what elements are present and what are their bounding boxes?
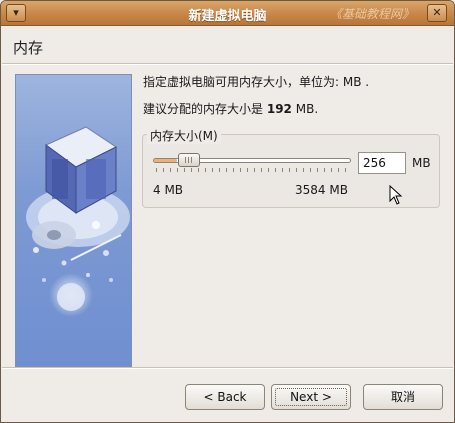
close-button[interactable]: ✕ <box>427 4 447 22</box>
slider-ticks <box>156 168 350 172</box>
dialog-window: ▾ 新建虚拟电脑 《基础教程网》 ✕ 内存 指定虚拟电脑可用内存大小，单位为: … <box>0 0 455 423</box>
next-button[interactable]: Next > <box>271 384 351 410</box>
close-icon: ✕ <box>432 6 442 19</box>
memory-unit-label: MB <box>412 156 431 170</box>
title-bar[interactable]: ▾ 新建虚拟电脑 《基础教程网》 ✕ <box>1 1 454 26</box>
mouse-pointer-icon <box>389 185 403 205</box>
slider-max-label: 3584 MB <box>295 183 348 197</box>
recommendation-prefix: 建议分配的内存大小是 <box>143 102 264 116</box>
back-button[interactable]: < Back <box>185 384 265 410</box>
memory-recommendation: 建议分配的内存大小是 192 MB. <box>143 100 318 117</box>
cancel-button[interactable]: 取消 <box>363 384 443 410</box>
recommended-value: 192 <box>266 102 292 116</box>
footer-divider <box>2 367 453 369</box>
memory-slider-fill <box>154 159 178 162</box>
memory-slider-handle[interactable] <box>178 153 201 167</box>
header-divider <box>2 63 453 65</box>
page-title: 内存 <box>13 39 44 57</box>
memory-size-input[interactable] <box>358 152 406 174</box>
window-title-watermark: 《基础教程网》 <box>329 7 414 21</box>
memory-description: 指定虚拟电脑可用内存大小，单位为: MB . <box>143 75 370 89</box>
memory-size-label: 内存大小(M) <box>147 127 221 144</box>
slider-min-label: 4 MB <box>153 183 184 197</box>
virtualbox-logo-image <box>15 74 132 367</box>
recommendation-unit: MB. <box>295 102 319 116</box>
virtualbox-cube-icon <box>26 126 130 317</box>
